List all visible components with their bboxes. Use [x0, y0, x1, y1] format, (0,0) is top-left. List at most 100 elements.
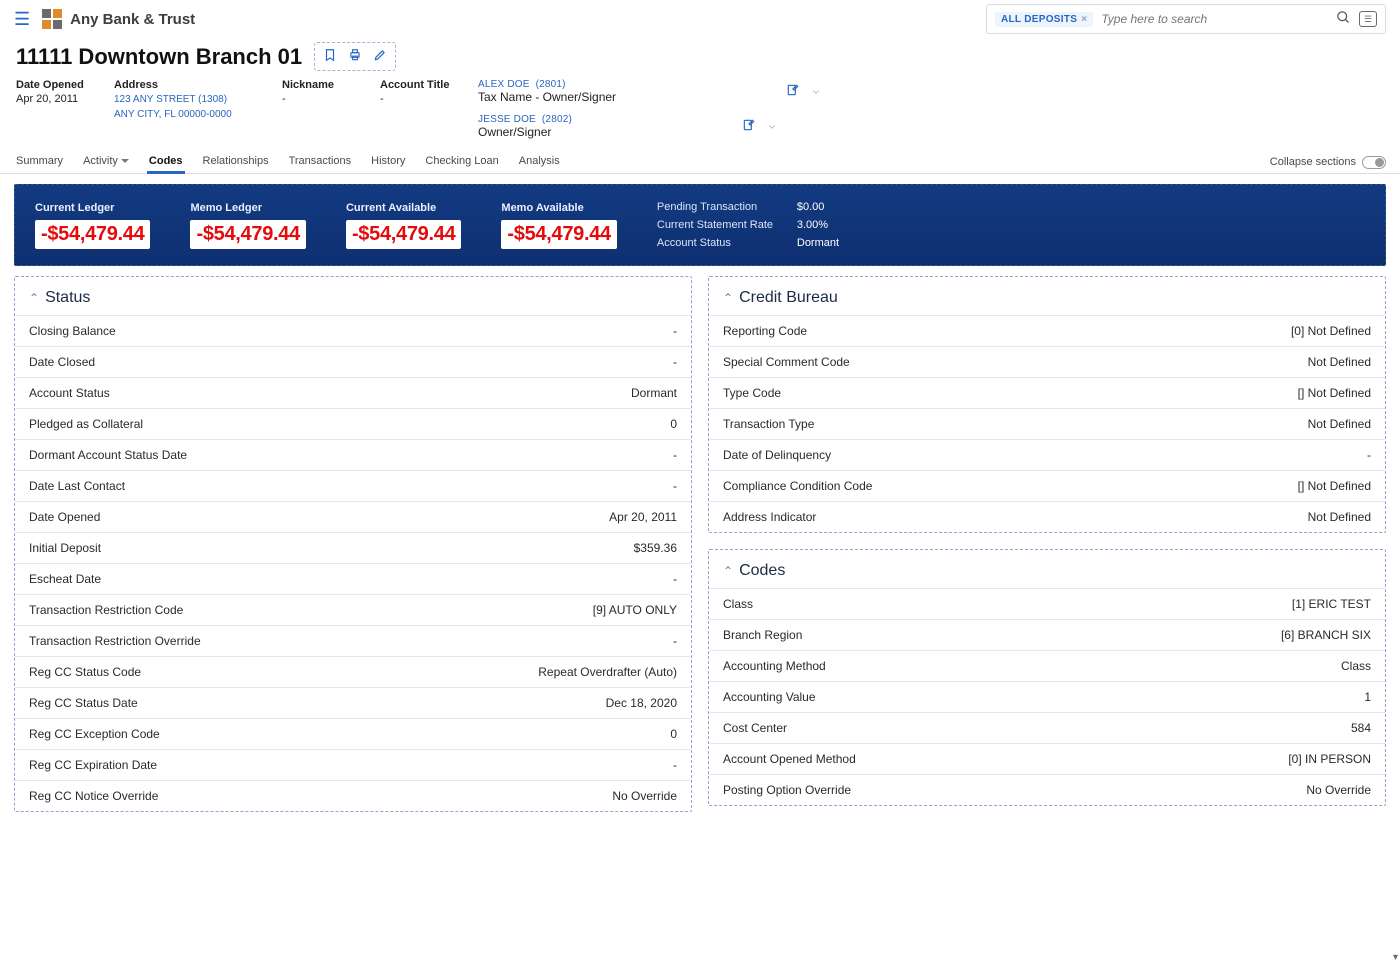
meta-label: Address: [114, 79, 254, 91]
panel-title: Credit Bureau: [739, 289, 838, 307]
row-label: Type Code: [723, 386, 781, 400]
chevron-up-icon: ⌃: [723, 291, 733, 305]
panel-header[interactable]: ⌃ Credit Bureau: [709, 277, 1385, 315]
row-value: -: [673, 324, 677, 338]
title-action-bar: [314, 42, 396, 71]
meta-account-title: Account Title -: [380, 79, 450, 105]
row-value: [] Not Defined: [1298, 386, 1371, 400]
row-value: [6] BRANCH SIX: [1281, 628, 1371, 642]
signer-edit-icon[interactable]: [786, 83, 800, 100]
row-value: -: [673, 572, 677, 586]
tab-analysis[interactable]: Analysis: [517, 151, 562, 173]
metric-value: -$54,479.44: [190, 220, 305, 249]
tab-codes[interactable]: Codes: [147, 151, 185, 173]
row-value: -: [673, 758, 677, 772]
tab-summary[interactable]: Summary: [14, 151, 65, 173]
row-value: [0] Not Defined: [1291, 324, 1371, 338]
metric-memo-available: Memo Available -$54,479.44: [501, 202, 616, 249]
brand-name: Any Bank & Trust: [70, 11, 195, 28]
detail-row: Account Opened Method [0] IN PERSON: [709, 743, 1385, 774]
row-label: Cost Center: [723, 721, 787, 735]
row-value: No Override: [612, 789, 677, 803]
detail-row: Reg CC Status CodeRepeat Overdrafter (Au…: [15, 656, 691, 687]
row-value: [9] AUTO ONLY: [593, 603, 677, 617]
search-filter-chip[interactable]: ALL DEPOSITS ×: [995, 12, 1093, 27]
card-reader-icon[interactable]: ☰: [1359, 11, 1377, 27]
tab-history[interactable]: History: [369, 151, 407, 173]
detail-row: Reg CC Exception Code0: [15, 718, 691, 749]
collapse-sections-toggle[interactable]: [1362, 156, 1386, 169]
row-label: Address Indicator: [723, 510, 816, 524]
detail-row: Reg CC Notice Override No Override: [15, 780, 691, 811]
row-label: Closing Balance: [29, 324, 116, 338]
signer-name-link[interactable]: JESSE DOE (2802): [478, 114, 572, 125]
detail-row: Pledged as Collateral0: [15, 408, 691, 439]
panel-header[interactable]: ⌃ Status: [15, 277, 691, 315]
signer-name-link[interactable]: ALEX DOE (2801): [478, 79, 616, 90]
tab-relationships[interactable]: Relationships: [201, 151, 271, 173]
brand: Any Bank & Trust: [42, 9, 195, 29]
row-label: Date Last Contact: [29, 479, 125, 493]
panel-body: Closing Balance-Date Closed-Account Stat…: [15, 315, 691, 811]
row-value: -: [673, 634, 677, 648]
meta-address: Address 123 ANY STREET (1308) ANY CITY, …: [114, 79, 254, 121]
row-label: Pledged as Collateral: [29, 417, 143, 431]
row-label: Reg CC Status Code: [29, 665, 141, 679]
detail-row: Address Indicator Not Defined: [709, 501, 1385, 532]
row-label: Date of Delinquency: [723, 448, 831, 462]
detail-row: Closing Balance -: [15, 315, 691, 346]
metric-current-available: Current Available -$54,479.44: [346, 202, 461, 249]
print-icon[interactable]: [347, 48, 363, 65]
panel-title: Codes: [739, 562, 785, 580]
detail-row: Transaction Restriction Code [9] AUTO ONL…: [15, 594, 691, 625]
detail-row: Date of Delinquency -: [709, 439, 1385, 470]
scroll-down-icon[interactable]: ▾: [1393, 952, 1398, 963]
row-label: Account Opened Method: [723, 752, 856, 766]
signer-edit-icon[interactable]: [742, 118, 756, 135]
address-line1[interactable]: 123 ANY STREET (1308): [114, 93, 254, 106]
meta-value: -: [380, 93, 450, 105]
row-value: 1: [1364, 690, 1371, 704]
signers: ALEX DOE (2801) Tax Name - Owner/Signer …: [478, 79, 822, 139]
row-value: Not Defined: [1308, 355, 1371, 369]
detail-row: Reg CC Expiration Date-: [15, 749, 691, 780]
chevron-down-icon[interactable]: [766, 120, 778, 134]
metric-memo-ledger: Memo Ledger -$54,479.44: [190, 202, 305, 249]
row-label: Transaction Restriction Code: [29, 603, 183, 617]
row-value: [1] ERIC TEST: [1292, 597, 1371, 611]
tab-transactions[interactable]: Transactions: [287, 151, 354, 173]
row-label: Date Opened: [29, 510, 100, 524]
row-value: Class: [1341, 659, 1371, 673]
search-icon[interactable]: [1334, 8, 1353, 30]
row-value: Not Defined: [1308, 510, 1371, 524]
metric-current-ledger: Current Ledger -$54,479.44: [35, 202, 150, 249]
brand-logo-icon: [42, 9, 62, 29]
chip-clear-icon[interactable]: ×: [1081, 14, 1087, 25]
row-label: Dormant Account Status Date: [29, 448, 187, 462]
row-value: [0] IN PERSON: [1288, 752, 1371, 766]
balance-banner: Current Ledger -$54,479.44 Memo Ledger -…: [14, 184, 1386, 266]
bookmark-icon[interactable]: [323, 47, 337, 66]
search-bar[interactable]: ALL DEPOSITS × ☰: [986, 4, 1386, 34]
menu-icon[interactable]: ☰: [14, 10, 30, 28]
detail-row: Cost Center584: [709, 712, 1385, 743]
signer-role: Owner/Signer: [478, 125, 572, 139]
detail-row: Accounting MethodClass: [709, 650, 1385, 681]
signer-role: Tax Name - Owner/Signer: [478, 90, 616, 104]
meta-date-opened: Date Opened Apr 20, 2011: [16, 79, 86, 105]
row-value: Dormant: [631, 386, 677, 400]
row-label: Reg CC Notice Override: [29, 789, 158, 803]
chevron-up-icon: ⌃: [29, 291, 39, 305]
detail-row: Accounting Value1: [709, 681, 1385, 712]
address-line2[interactable]: ANY CITY, FL 00000-0000: [114, 108, 254, 121]
panel-header[interactable]: ⌃ Codes: [709, 550, 1385, 588]
signer-row: JESSE DOE (2802) Owner/Signer: [478, 114, 822, 139]
search-input[interactable]: [1099, 11, 1328, 27]
tab-checking-loan[interactable]: Checking Loan: [423, 151, 500, 173]
tab-activity[interactable]: Activity: [81, 151, 131, 173]
row-value: -: [1367, 448, 1371, 462]
edit-icon[interactable]: [373, 48, 387, 65]
chevron-down-icon[interactable]: [810, 85, 822, 99]
row-label: Reporting Code: [723, 324, 807, 338]
panel-credit-bureau: ⌃ Credit Bureau Reporting Code [0] Not De…: [708, 276, 1386, 533]
